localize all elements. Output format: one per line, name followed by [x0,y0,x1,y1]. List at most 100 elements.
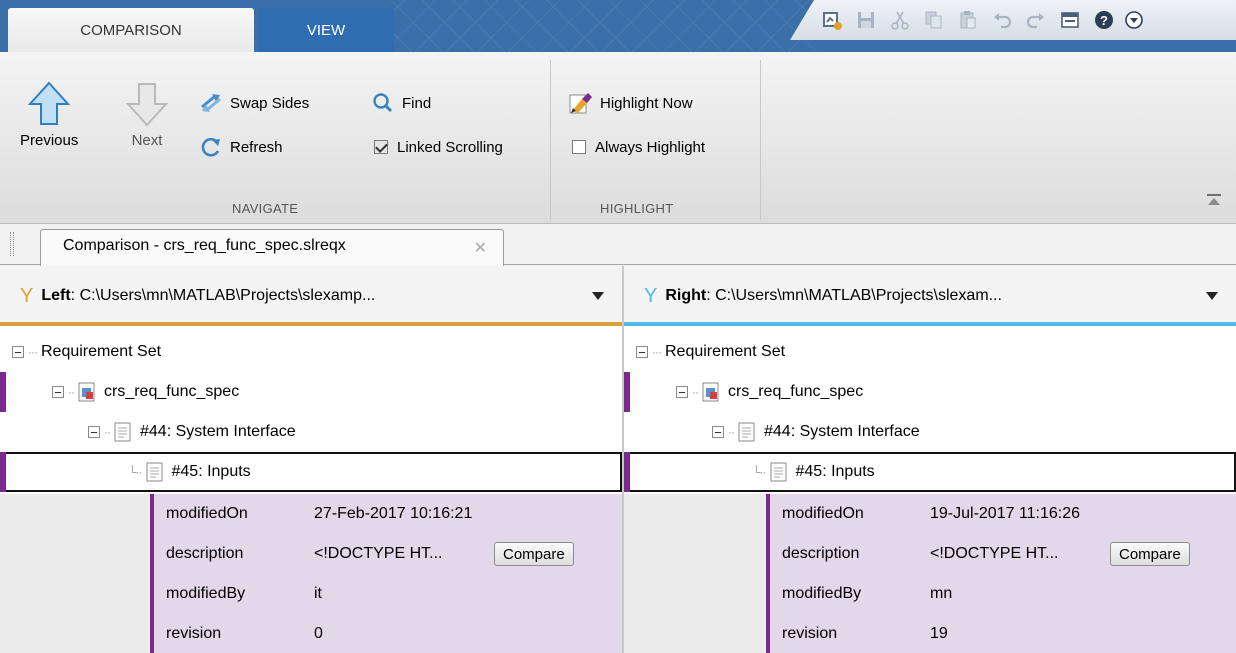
requirement-set-icon [702,382,719,402]
highlight-now-button[interactable]: Highlight Now [568,90,693,116]
right-file-path: : C:\Users\mn\MATLAB\Projects\slexam... [706,287,1002,304]
prop-value: mn [930,585,953,602]
new-window-icon[interactable] [820,8,844,32]
prop-key: modifiedOn [782,505,864,522]
refresh-button[interactable]: Refresh [198,134,283,160]
tree-row-item44[interactable]: ·· #44: System Interface [624,412,1236,452]
cut-icon[interactable] [888,8,912,32]
comparison-document-tab[interactable]: Comparison - crs_req_func_spec.slreqx ✕ [40,229,504,266]
ribbon-divider [550,60,551,220]
tree-node-label: #44: System Interface [764,423,920,440]
left-file-path: : C:\Users\mn\MATLAB\Projects\slexamp... [70,287,376,304]
tree-connector: ·· [692,385,699,399]
collapse-ribbon-icon[interactable] [1206,193,1222,207]
left-accent-bar [0,322,622,326]
left-pane-header[interactable]: Y Left : C:\Users\mn\MATLAB\Projects\sle… [0,266,622,326]
always-highlight-toggle[interactable]: Always Highlight [572,134,705,160]
tree-connector: └·· [752,465,766,479]
change-marker [0,452,6,492]
quick-access-menu-icon[interactable] [1122,8,1146,32]
change-marker [624,372,630,412]
linked-scrolling-toggle[interactable]: Linked Scrolling [374,134,503,160]
collapse-node-icon[interactable] [712,426,724,438]
change-marker [0,372,6,412]
tree-node-label: Requirement Set [41,343,162,360]
tree-row-requirement-set[interactable]: ··· Requirement Set [624,332,1236,372]
collapse-node-icon[interactable] [52,386,64,398]
document-tab-bar: Comparison - crs_req_func_spec.slreqx ✕ [0,225,1236,266]
highlight-now-label: Highlight Now [600,94,693,112]
tree-row-spec[interactable]: ·· crs_req_func_spec [0,372,622,412]
requirement-icon [738,422,755,442]
tree-row-requirement-set[interactable]: ··· Requirement Set [0,332,622,372]
tree-connector: ·· [68,385,75,399]
always-highlight-checkbox[interactable] [572,140,586,154]
prop-key: revision [166,625,222,642]
prop-key: revision [782,625,838,642]
refresh-icon [201,137,220,157]
collapse-node-icon[interactable] [636,346,648,358]
right-comparison-pane: Y Right : C:\Users\mn\MATLAB\Projects\sl… [624,266,1236,653]
tree-node-label: #45: Inputs [171,463,251,480]
left-path-dropdown-icon[interactable] [592,292,604,300]
prop-row-modifiedon: modifiedOn 19-Jul-2017 11:16:26 [770,494,1236,534]
tree-node-label: #45: Inputs [795,463,875,480]
previous-button[interactable]: Previous [20,80,78,149]
tree-row-item44[interactable]: ·· #44: System Interface [0,412,622,452]
right-pane-header[interactable]: Y Right : C:\Users\mn\MATLAB\Projects\sl… [624,266,1236,326]
drag-grip-icon[interactable] [10,232,14,256]
collapse-node-icon[interactable] [676,386,688,398]
tree-connector: └·· [128,465,142,479]
close-tab-icon[interactable]: ✕ [474,238,487,258]
left-comparison-pane: Y Left : C:\Users\mn\MATLAB\Projects\sle… [0,266,622,653]
next-label: Next [131,132,163,149]
tree-gutter [0,494,150,653]
tree-node-label: crs_req_func_spec [728,383,864,400]
ribbon-tab-strip: COMPARISON VIEW ? [0,0,1236,52]
next-button[interactable]: Next [124,80,170,149]
ribbon-divider [760,60,761,220]
prop-key: modifiedOn [166,505,248,522]
copy-icon[interactable] [922,8,946,32]
tree-connector: ··· [652,345,662,359]
swap-sides-button[interactable]: Swap Sides [198,90,309,116]
compare-button[interactable]: Compare [1110,542,1190,566]
arrow-up-icon [27,81,71,125]
prop-key: description [782,545,860,562]
left-properties-panel: modifiedOn 27-Feb-2017 10:16:21 descript… [150,494,622,653]
undo-icon[interactable] [990,8,1014,32]
swap-arrows-icon [201,94,221,112]
right-path-dropdown-icon[interactable] [1206,292,1218,300]
tree-node-label: #44: System Interface [140,423,296,440]
tree-gutter [624,494,766,653]
requirement-icon [146,462,162,482]
left-side-label: Left [41,287,71,304]
tab-comparison[interactable]: COMPARISON [8,8,254,52]
switch-windows-icon[interactable] [1058,8,1082,32]
right-side-label: Right [665,287,707,304]
linked-scrolling-checkbox[interactable] [374,140,388,154]
tree-connector: ··· [28,345,38,359]
collapse-node-icon[interactable] [12,346,24,358]
save-icon[interactable] [854,8,878,32]
linked-scrolling-label: Linked Scrolling [397,138,503,156]
arrow-down-icon [125,83,169,127]
redo-icon[interactable] [1024,8,1048,32]
prop-value: 0 [314,625,323,642]
prop-row-modifiedon: modifiedOn 27-Feb-2017 10:16:21 [154,494,622,534]
collapse-node-icon[interactable] [88,426,100,438]
find-button[interactable]: Find [370,90,431,116]
tree-row-item45[interactable]: └·· #45: Inputs [0,452,622,492]
tab-strip-pattern [380,0,820,52]
tab-view[interactable]: VIEW [258,8,394,52]
tree-row-item45[interactable]: └·· #45: Inputs [624,452,1236,492]
tree-connector: ·· [104,425,111,439]
tree-row-spec[interactable]: ·· crs_req_func_spec [624,372,1236,412]
right-properties-panel: modifiedOn 19-Jul-2017 11:16:26 descript… [766,494,1236,653]
paste-icon[interactable] [956,8,980,32]
requirement-icon [770,462,786,482]
prop-row-description: description <!DOCTYPE HT... Compare [154,534,622,574]
fork-icon: Y [644,284,658,307]
help-icon[interactable]: ? [1092,8,1116,32]
compare-button[interactable]: Compare [494,542,574,566]
